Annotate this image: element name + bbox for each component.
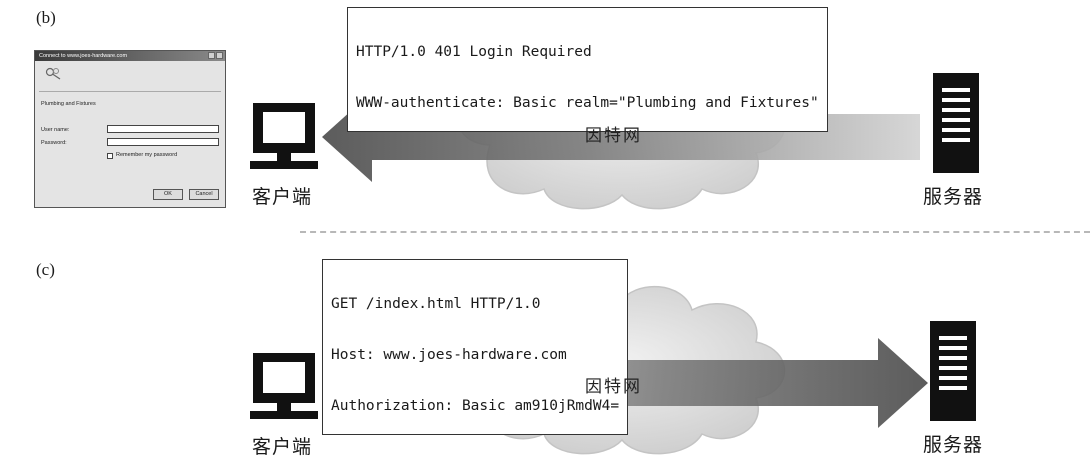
remember-checkbox[interactable] — [107, 153, 113, 159]
panel-c-label: (c) — [36, 260, 55, 279]
message-line: HTTP/1.0 401 Login Required — [356, 44, 592, 60]
username-label: User name: — [41, 127, 70, 133]
request-message: GET /index.html HTTP/1.0 Host: www.joes-… — [322, 259, 629, 435]
password-field[interactable] — [107, 138, 219, 146]
message-line: Host: www.joes-hardware.com — [331, 347, 567, 363]
password-label: Password: — [41, 140, 67, 146]
client-label: 客户端 — [252, 186, 313, 208]
message-line: GET /index.html HTTP/1.0 — [331, 296, 541, 312]
keys-icon — [45, 67, 61, 80]
message-line: WWW-authenticate: Basic realm="Plumbing … — [356, 95, 819, 111]
panel-divider — [300, 231, 1090, 233]
panel-b-label: (b) — [36, 8, 56, 27]
username-field[interactable] — [107, 125, 219, 133]
remember-label: Remember my password — [116, 152, 178, 158]
dialog-titlebar: Connect to www.joes-hardware.com — [35, 51, 225, 61]
server-icon — [930, 321, 976, 421]
network-label: 因特网 — [585, 377, 642, 397]
response-message: HTTP/1.0 401 Login Required WWW-authenti… — [347, 7, 828, 132]
cancel-button[interactable]: Cancel — [189, 189, 219, 200]
client-label: 客户端 — [252, 436, 313, 458]
dialog-realm-text: Plumbing and Fixtures — [41, 101, 96, 107]
message-line: Authorization: Basic am910jRmdW4= — [331, 398, 620, 414]
login-dialog: Connect to www.joes-hardware.com Plumbin… — [34, 50, 226, 208]
dialog-separator — [39, 91, 221, 92]
client-computer-icon — [250, 103, 318, 169]
dialog-title: Connect to www.joes-hardware.com — [39, 53, 128, 59]
server-label: 服务器 — [923, 186, 984, 208]
server-label: 服务器 — [923, 434, 984, 456]
ok-button[interactable]: OK — [153, 189, 183, 200]
server-icon — [933, 73, 979, 173]
network-label: 因特网 — [585, 126, 642, 146]
close-button[interactable] — [216, 52, 223, 59]
help-button[interactable] — [208, 52, 215, 59]
client-computer-icon — [250, 353, 318, 419]
